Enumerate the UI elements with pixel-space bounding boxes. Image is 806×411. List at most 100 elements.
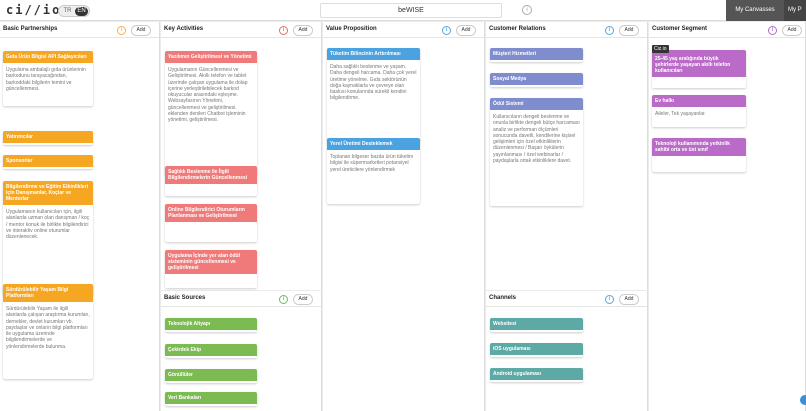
card[interactable]: Uygulama İçinde yer alan ödül sisteminin…	[165, 250, 257, 288]
card[interactable]: Sağlıklı Beslenme ile İlgili Bilgilendir…	[165, 166, 257, 196]
info-icon[interactable]: i	[279, 26, 288, 35]
lang-tr-option[interactable]: TR	[61, 7, 74, 16]
card[interactable]: Ev halkı Aileler, Tek yaşayanlar.	[652, 95, 746, 127]
card[interactable]: Müşteri Hizmetleri	[490, 48, 583, 62]
card-title: Tüketim Bilincinin Arttırılması	[327, 48, 420, 60]
card-title: 25-45 yaş aralığında büyük şehirlerde ya…	[652, 50, 746, 77]
card[interactable]: Veri Bankaları	[165, 392, 257, 406]
column-title: Value Proposition	[326, 26, 377, 32]
add-button[interactable]: Add	[131, 25, 151, 36]
card[interactable]: Bilgilendirme ve Eğitim Etkinlikleri içi…	[3, 181, 93, 296]
card-title: Yerel Üretimi Desteklemek	[327, 138, 420, 150]
card-title: Android uygulaması	[490, 368, 583, 380]
card[interactable]: Sponsorlar	[3, 155, 93, 169]
column-basic-sources: Basic Sources i Add Teknolojik Altyapı Ç…	[161, 291, 322, 411]
column-title: Key Activities	[164, 26, 204, 32]
card-body: Daha sağlıklı beslenme ve yaşam. Daha de…	[327, 60, 420, 106]
card-body: Uygulamanın kullanıcıları için, ilgili a…	[3, 205, 93, 245]
card-title: Ödül Sistemi	[490, 98, 583, 110]
canvas-app: ci//io TR EN beWISE i My Canvasses My P …	[0, 0, 806, 411]
card[interactable]: Ödül Sistemi Kullanıcıların dengeli besl…	[490, 98, 583, 206]
card[interactable]: Yerel Üretimi Desteklemek Toplanan bilge…	[327, 138, 420, 204]
card-title: Çekirdek Ekip	[165, 344, 257, 356]
card-body: Sürdürülebilir Yaşam ile ilgili alanlard…	[3, 302, 93, 355]
column-header: Value Proposition i Add	[323, 22, 484, 38]
card-title: Ev halkı	[652, 95, 746, 107]
card-title: iOS uygulaması	[490, 343, 583, 355]
card[interactable]: Android uygulaması	[490, 368, 583, 382]
column-partnerships: Basic Partnerships i Add Gıda Ürün Bilgi…	[0, 22, 160, 411]
card[interactable]: Çekirdek Ekip	[165, 344, 257, 358]
card-title: Bilgilendirme ve Eğitim Etkinlikleri içi…	[3, 181, 93, 205]
card-title: Yatırımcılar	[3, 131, 93, 143]
card[interactable]: Teknoloji kullanımında yetkinlik sahibi …	[652, 138, 746, 172]
card-body: Toplanan bilgeser bazda ürün tüketim bil…	[327, 150, 420, 177]
chat-widget-icon[interactable]	[800, 395, 806, 405]
card-title: Teknoloji kullanımında yetkinlik sahibi …	[652, 138, 746, 156]
card-body: Kullanıcıların dengeli beslenme ve onunl…	[490, 110, 583, 169]
card-title: Sağlıklı Beslenme ile İlgili Bilgilendir…	[165, 166, 257, 184]
card[interactable]: 25-45 yaş aralığında büyük şehirlerde ya…	[652, 50, 746, 88]
column-header: Customer Segment i Add	[649, 22, 805, 38]
column-customer-relations: Customer Relations i Add Müşteri Hizmetl…	[486, 22, 648, 290]
column-key-activities: Key Activities i Add Yazılımın Geliştiri…	[161, 22, 322, 290]
info-icon[interactable]: i	[768, 26, 777, 35]
card-body: Uygulama ambalajlı gıda ürünlerinin bark…	[3, 63, 93, 97]
info-icon[interactable]: i	[442, 26, 451, 35]
my-canvasses-link[interactable]: My Canvasses	[726, 0, 784, 21]
card[interactable]: Teknolojik Altyapı	[165, 318, 257, 332]
column-title: Customer Relations	[489, 26, 546, 32]
column-header: Basic Partnerships i Add	[0, 22, 159, 38]
add-button[interactable]: Add	[456, 25, 476, 36]
column-title: Basic Sources	[164, 295, 206, 301]
card-title: Gönüllüler	[165, 369, 257, 381]
card[interactable]: Gönüllüler	[165, 369, 257, 383]
column-header: Channels i Add	[486, 291, 647, 307]
info-icon[interactable]: i	[522, 5, 532, 15]
card-body: Uygulamanın Güncellenmesi ve Geliştirilm…	[165, 63, 257, 128]
add-button[interactable]: Add	[619, 25, 639, 36]
project-name-field[interactable]: beWISE	[320, 3, 502, 18]
card-title: Müşteri Hizmetleri	[490, 48, 583, 60]
column-customer-segment: Customer Segment i Add 25-45 yaş aralığı…	[649, 22, 806, 411]
card[interactable]: Online Bilgilendirici Oturumların Planla…	[165, 204, 257, 242]
card-title: Uygulama İçinde yer alan ödül sisteminin…	[165, 250, 257, 274]
info-icon[interactable]: i	[605, 295, 614, 304]
card[interactable]: Gıda Ürün Bilgisi API Sağlayıcıları Uygu…	[3, 51, 93, 106]
column-title: Channels	[489, 295, 517, 301]
card[interactable]: Websitesi	[490, 318, 583, 332]
lang-en-option[interactable]: EN	[75, 7, 88, 16]
column-title: Basic Partnerships	[3, 26, 58, 32]
my-profile-link[interactable]: My P	[784, 0, 806, 21]
card-title: Teknolojik Altyapı	[165, 318, 257, 330]
info-icon[interactable]: i	[117, 26, 126, 35]
add-button[interactable]: Add	[293, 294, 313, 305]
card-title: Sosyal Medya	[490, 73, 583, 85]
column-value-proposition: Value Proposition i Add Tüketim Bilincin…	[323, 22, 485, 411]
card[interactable]: Tüketim Bilincinin Arttırılması Daha sağ…	[327, 48, 420, 142]
column-channels: Channels i Add Websitesi iOS uygulaması …	[486, 291, 648, 411]
card-title: Yazılımın Geliştirilmesi ve Yönetimi	[165, 51, 257, 63]
column-header: Key Activities i Add	[161, 22, 321, 38]
card-body: Aileler, Tek yaşayanlar.	[652, 107, 746, 122]
app-logo[interactable]: ci//io	[6, 3, 61, 17]
card[interactable]: Yatırımcılar	[3, 131, 93, 145]
column-header: Basic Sources i Add	[161, 291, 321, 307]
info-icon[interactable]: i	[279, 295, 288, 304]
info-icon[interactable]: i	[605, 26, 614, 35]
card-title: Online Bilgilendirici Oturumların Planla…	[165, 204, 257, 222]
add-button[interactable]: Add	[782, 25, 802, 36]
column-title: Customer Segment	[652, 26, 708, 32]
add-button[interactable]: Add	[293, 25, 313, 36]
card-title: Sponsorlar	[3, 155, 93, 167]
column-header: Customer Relations i Add	[486, 22, 647, 38]
card-title: Sürdürülebilir Yaşam Bilgi Platformları	[3, 284, 93, 302]
card-title: Veri Bankaları	[165, 392, 257, 404]
card[interactable]: Sosyal Medya	[490, 73, 583, 87]
card[interactable]: iOS uygulaması	[490, 343, 583, 357]
add-button[interactable]: Add	[619, 294, 639, 305]
card[interactable]: Yazılımın Geliştirilmesi ve Yönetimi Uyg…	[165, 51, 257, 175]
card[interactable]: Sürdürülebilir Yaşam Bilgi Platformları …	[3, 284, 93, 379]
card-title: Websitesi	[490, 318, 583, 330]
language-toggle[interactable]: TR EN	[58, 5, 90, 17]
